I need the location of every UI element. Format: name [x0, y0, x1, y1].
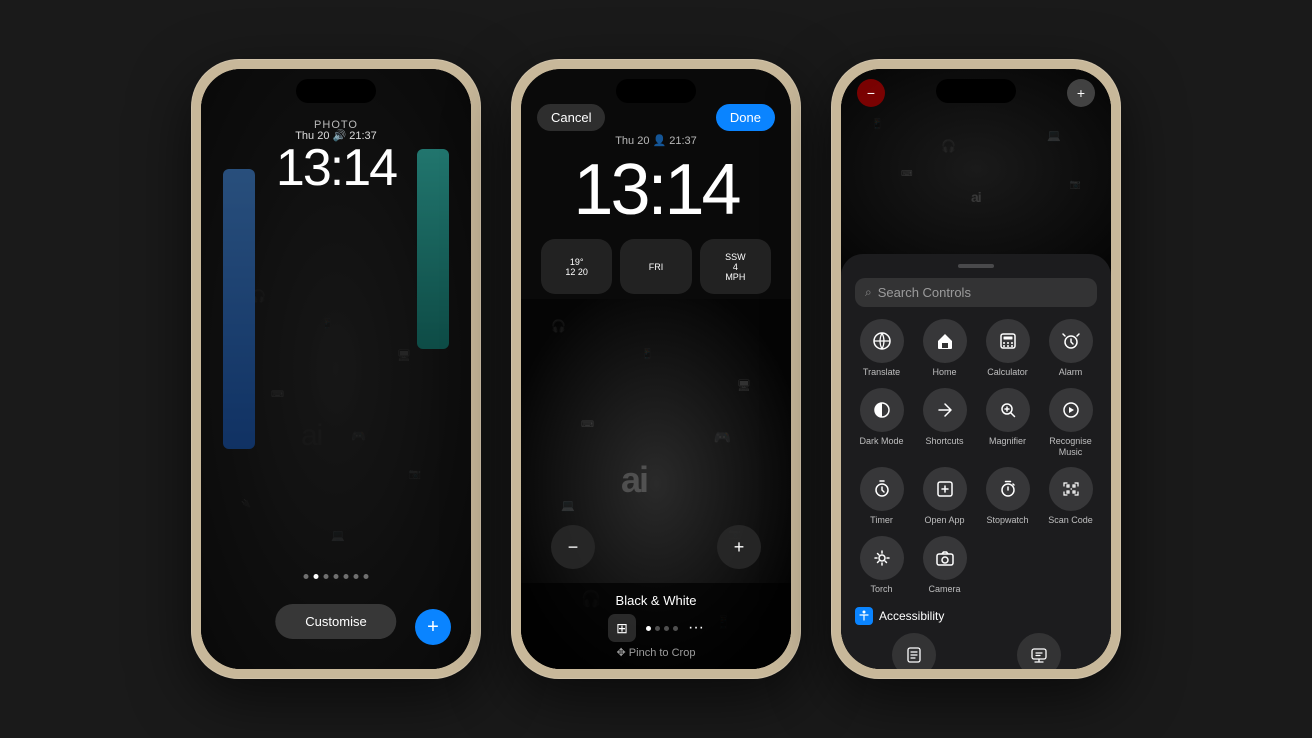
control-recognise-music[interactable]: Recognise Music: [1044, 388, 1097, 458]
home-label: Home: [932, 367, 956, 378]
widget-weather: 19°12 20: [541, 239, 612, 294]
control-torch[interactable]: Torch: [855, 536, 908, 595]
recognise-music-icon: [1049, 388, 1093, 432]
dark-mode-label: Dark Mode: [859, 436, 903, 447]
control-dark-mode[interactable]: Dark Mode: [855, 388, 908, 458]
shortcuts-icon: [923, 388, 967, 432]
open-app-label: Open App: [924, 515, 964, 526]
dark-mode-icon: [860, 388, 904, 432]
customise-button[interactable]: Customise: [275, 604, 396, 639]
phone2-date: Thu 20 👤 21:37: [521, 134, 791, 147]
dot-6: [354, 574, 359, 579]
add-control-button[interactable]: +: [1067, 79, 1095, 107]
phone-1: 🎧 📱 🖥 ⌨ 🎮 📷 🔌 💻 ai PHOTO Thu 20 🔊 21:37 …: [191, 59, 481, 679]
search-controls-placeholder: Search Controls: [878, 285, 971, 300]
accessibility-grid: Native Live Speech: [855, 633, 1097, 669]
more-button[interactable]: ···: [688, 619, 704, 637]
magnifier-label: Magnifier: [989, 436, 1026, 447]
control-magnifier[interactable]: Magnifier: [981, 388, 1034, 458]
control-timer[interactable]: Timer: [855, 467, 908, 526]
translate-icon: [860, 319, 904, 363]
phone2-header: Cancel Done: [521, 104, 791, 131]
dynamic-island-1: [296, 79, 376, 103]
accessibility-section: Accessibility Native: [855, 607, 1097, 669]
control-shortcuts[interactable]: Shortcuts: [918, 388, 971, 458]
controls-grid: Translate Home Calculator: [855, 319, 1097, 595]
control-calculator[interactable]: Calculator: [981, 319, 1034, 378]
native-icon: [892, 633, 936, 669]
gallery-icon-button[interactable]: ⊞: [608, 614, 636, 642]
camera-icon: [923, 536, 967, 580]
control-open-app[interactable]: Open App: [918, 467, 971, 526]
timer-label: Timer: [870, 515, 893, 526]
add-wallpaper-button[interactable]: +: [717, 525, 761, 569]
filter-controls: ⊞ ···: [521, 614, 791, 642]
torch-label: Torch: [870, 584, 892, 595]
phone-2: Cancel Done Thu 20 👤 21:37 13:14 19°12 2…: [511, 59, 801, 679]
acc-native[interactable]: Native: [855, 633, 972, 669]
control-stopwatch[interactable]: Stopwatch: [981, 467, 1034, 526]
dot-1: [304, 574, 309, 579]
controls-sheet: ⌕ Search Controls Translate: [841, 254, 1111, 669]
accessibility-label: Accessibility: [879, 609, 944, 623]
shortcuts-label: Shortcuts: [925, 436, 963, 447]
home-icon: [923, 319, 967, 363]
minus-button[interactable]: −: [551, 525, 595, 569]
acc-live-speech[interactable]: Live Speech: [980, 633, 1097, 669]
alarm-label: Alarm: [1059, 367, 1083, 378]
recognise-music-label: Recognise Music: [1044, 436, 1097, 458]
control-camera[interactable]: Camera: [918, 536, 971, 595]
add-button[interactable]: +: [415, 609, 451, 645]
search-controls-bar[interactable]: ⌕ Search Controls: [855, 278, 1097, 307]
stopwatch-label: Stopwatch: [986, 515, 1028, 526]
translate-label: Translate: [863, 367, 900, 378]
phone-3: 📱 🎧 💻 ⌨ 📷 ai − + ⌕ Search Controls: [831, 59, 1121, 679]
camera-label: Camera: [928, 584, 960, 595]
phone2-widgets: 19°12 20 FRI SSW4MPH: [541, 239, 771, 294]
phone2-bottom-bar: Black & White ⊞ ··· ✥ Pinch to Crop: [521, 583, 791, 669]
dot-2: [314, 574, 319, 579]
open-app-icon: [923, 467, 967, 511]
search-icon: ⌕: [865, 285, 872, 300]
live-speech-icon: [1017, 633, 1061, 669]
dot-5: [344, 574, 349, 579]
phone2-time: 13:14: [521, 149, 791, 231]
accessibility-icon: [855, 607, 873, 625]
alarm-icon: [1049, 319, 1093, 363]
control-translate[interactable]: Translate: [855, 319, 908, 378]
stopwatch-icon: [986, 467, 1030, 511]
scan-code-icon: [1049, 467, 1093, 511]
calculator-label: Calculator: [987, 367, 1028, 378]
calculator-icon: [986, 319, 1030, 363]
control-scan-code[interactable]: Scan Code: [1044, 467, 1097, 526]
sheet-handle: [958, 264, 994, 268]
dot-4: [334, 574, 339, 579]
dynamic-island-2: [616, 79, 696, 103]
control-alarm[interactable]: Alarm: [1044, 319, 1097, 378]
accessibility-header: Accessibility: [855, 607, 1097, 625]
widget-day: FRI: [620, 239, 691, 294]
remove-control-button[interactable]: −: [857, 79, 885, 107]
phone1-status-area: Thu 20 🔊 21:37 13:14: [201, 129, 471, 194]
control-home[interactable]: Home: [918, 319, 971, 378]
page-indicator: [304, 574, 369, 579]
timer-icon: [860, 467, 904, 511]
pinch-crop-label: ✥ Pinch to Crop: [521, 646, 791, 659]
dot-3: [324, 574, 329, 579]
magnifier-icon: [986, 388, 1030, 432]
dot-7: [364, 574, 369, 579]
widget-wind: SSW4MPH: [700, 239, 771, 294]
dynamic-island-3: [936, 79, 1016, 103]
filter-page-dots: [646, 626, 678, 631]
phone2-bottom-controls: − +: [521, 525, 791, 569]
scan-code-label: Scan Code: [1048, 515, 1093, 526]
filter-name: Black & White: [521, 593, 791, 608]
phone1-time: 13:14: [201, 142, 471, 194]
done-button[interactable]: Done: [716, 104, 775, 131]
cancel-button[interactable]: Cancel: [537, 104, 605, 131]
torch-icon: [860, 536, 904, 580]
